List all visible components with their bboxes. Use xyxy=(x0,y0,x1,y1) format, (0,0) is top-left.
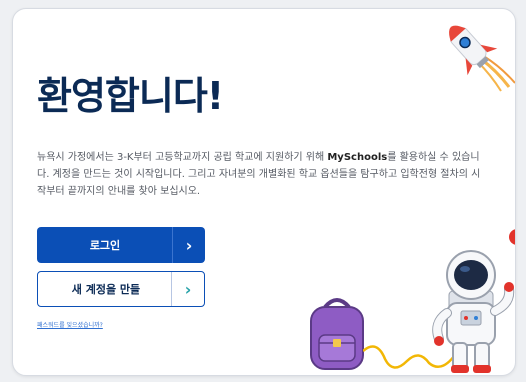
description-text-1: 뉴욕시 가정에서는 3-K부터 고등학교까지 공립 학교에 지원하기 위해 xyxy=(37,152,328,163)
login-button[interactable]: 로그인 › xyxy=(37,227,205,263)
create-account-button-label: 새 계정을 만들 xyxy=(71,283,141,296)
welcome-card: 환영합니다! 뉴욕시 가정에서는 3-K부터 고등학교까지 공립 학교에 지원하… xyxy=(12,8,516,376)
create-account-button[interactable]: 새 계정을 만들 › xyxy=(37,271,205,307)
login-button-label: 로그인 xyxy=(89,239,121,252)
chevron-right-icon: › xyxy=(172,227,205,263)
chevron-right-icon: › xyxy=(171,272,204,306)
brand-name: MySchools xyxy=(327,152,388,163)
rocket-illustration xyxy=(449,25,515,92)
forgot-password-link[interactable]: 패스워드를 잊으셨습니까? xyxy=(37,320,103,329)
astronaut-illustration xyxy=(432,250,515,373)
page-title: 환영합니다! xyxy=(37,74,224,118)
apple-illustration xyxy=(509,229,515,245)
intro-description: 뉴욕시 가정에서는 3-K부터 고등학교까지 공립 학교에 지원하기 위해 My… xyxy=(37,149,487,200)
